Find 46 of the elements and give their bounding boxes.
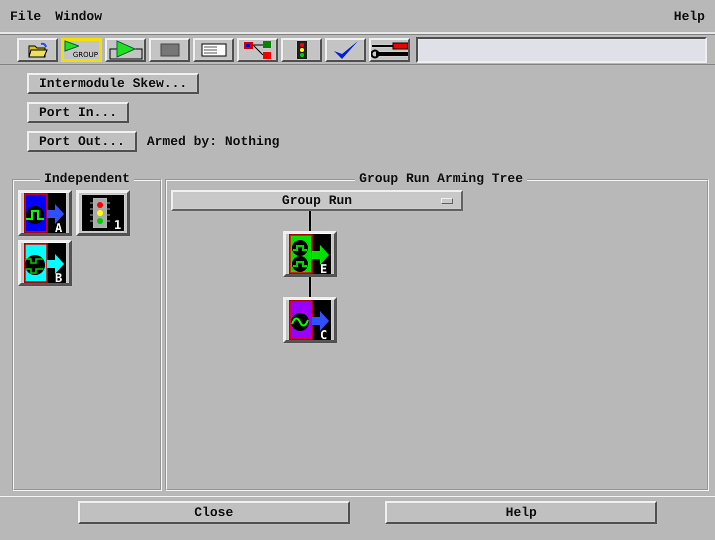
menu-item[interactable]: File xyxy=(10,8,42,24)
module-icon xyxy=(289,300,331,340)
tree-button[interactable] xyxy=(237,38,278,62)
check-button[interactable] xyxy=(325,38,366,62)
menu-item[interactable]: Help xyxy=(674,8,705,24)
module-letter: C xyxy=(320,328,328,340)
footer-button[interactable]: Help xyxy=(385,501,658,524)
connector-line xyxy=(309,277,311,297)
module-icon xyxy=(289,234,331,274)
tools-icon xyxy=(371,41,408,59)
input-field[interactable] xyxy=(416,37,707,63)
connector-line xyxy=(309,211,311,231)
action-button[interactable]: Port In... xyxy=(27,102,130,123)
folder-icon xyxy=(26,42,48,58)
open-button[interactable] xyxy=(17,38,58,62)
panel-title: Independent xyxy=(40,171,134,186)
module-button[interactable]: 1 xyxy=(76,190,130,236)
stop-button[interactable] xyxy=(149,38,190,62)
module-button[interactable]: B xyxy=(18,240,72,286)
module-button[interactable]: C xyxy=(283,297,337,343)
play-icon xyxy=(64,40,79,52)
chip-icon xyxy=(296,40,308,60)
window-icon xyxy=(200,43,226,57)
panel-button[interactable] xyxy=(193,38,234,62)
tree-icon xyxy=(242,40,272,60)
module-letter: E xyxy=(320,262,328,274)
tools-button[interactable] xyxy=(369,38,410,62)
module-letter: A xyxy=(55,221,62,233)
group-run-dropdown[interactable]: Group Run xyxy=(171,190,463,211)
module-button[interactable]: A xyxy=(18,190,72,236)
play-icon xyxy=(108,40,142,60)
menu-item[interactable]: Window xyxy=(55,8,102,24)
module-letter: 1 xyxy=(114,218,122,231)
stop-icon xyxy=(160,43,180,57)
action-button[interactable]: Intermodule Skew... xyxy=(27,73,200,94)
run-button[interactable] xyxy=(105,38,146,62)
chip-icon xyxy=(82,195,124,231)
module-button[interactable]: E xyxy=(283,231,337,277)
action-button[interactable]: Port Out... xyxy=(27,131,137,152)
status-text: Armed by: Nothing xyxy=(146,134,280,149)
footer-button[interactable]: Close xyxy=(78,501,350,524)
panel-title: Group Run Arming Tree xyxy=(355,171,527,186)
module-letter: B xyxy=(55,271,62,283)
module-icon xyxy=(24,193,66,233)
chip-button[interactable] xyxy=(281,38,322,62)
module-icon xyxy=(24,243,66,283)
